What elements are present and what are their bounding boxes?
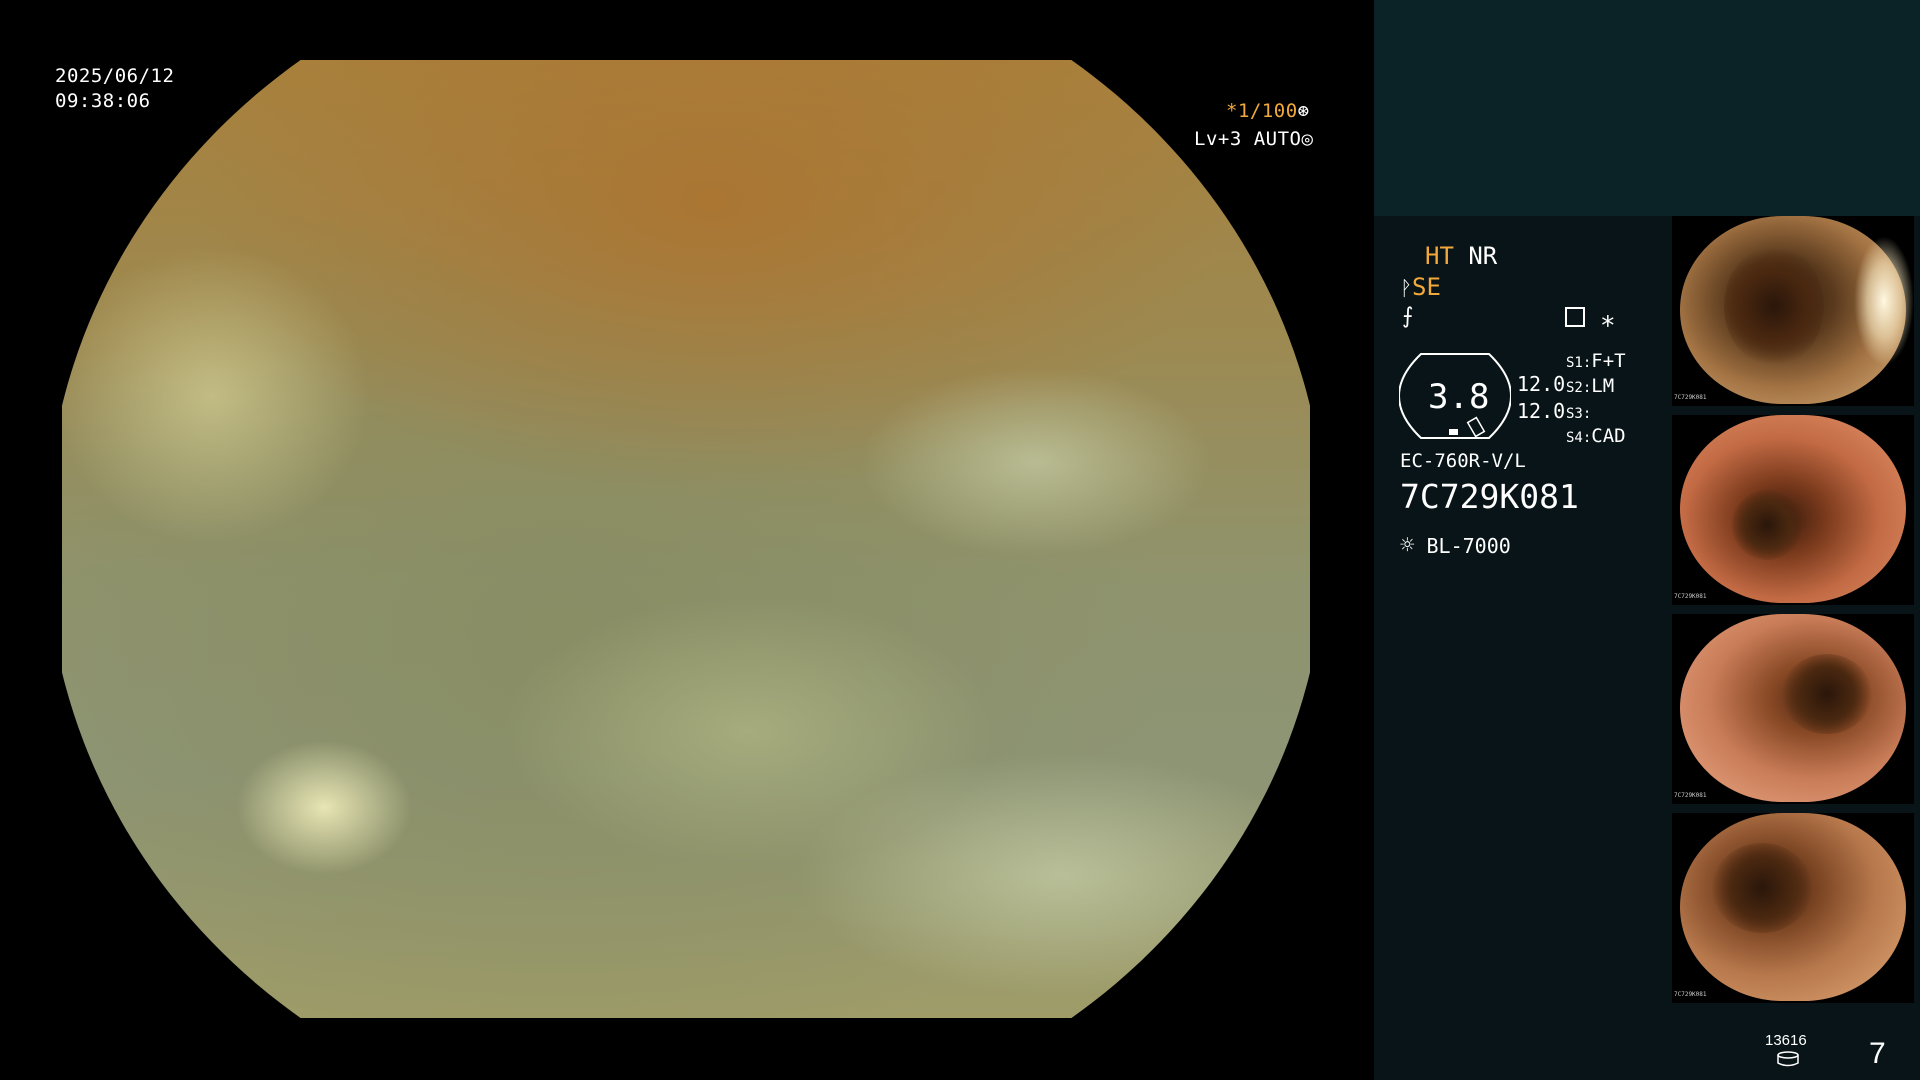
thumbnail-2[interactable]: 7C729K081 [1672,415,1914,605]
thumbnail-3[interactable]: 7C729K081 [1672,614,1914,804]
thumbnail-label: 7C729K081 [1674,792,1707,799]
thumbnail-1[interactable]: 7C729K081 [1672,216,1914,406]
side-panel-header [1374,0,1920,216]
thumbnail-label: 7C729K081 [1674,593,1707,600]
enhancement-row: HT NR [1425,242,1497,270]
time-label: 09:38:06 [55,90,151,112]
storage-count: 13616 [1765,1032,1807,1049]
color-enhance-icon: ⨍ [1402,304,1414,329]
switch-s1: S1:F+T [1566,350,1626,372]
light-source-icon: ☼ [1400,531,1415,559]
ht-indicator: HT [1425,242,1454,270]
se-row: ᚹSE [1400,273,1441,301]
exposure-label: Lv+3 AUTO◎ [1194,127,1313,152]
exposure-mode: AUTO [1253,128,1302,150]
se-indicator: SE [1412,273,1441,301]
endoscope-image [62,60,1310,1018]
light-source-row: ☼ BL-7000 [1400,531,1511,559]
switch-s3: S3: [1566,406,1592,422]
storage-icon [1777,1051,1799,1067]
scope-serial: 7C729K081 [1400,477,1579,516]
asterisk-icon: ∗ [1600,306,1616,336]
stat-value-1: 12.0 [1517,372,1566,396]
shutter-icon: ⊛ [1297,100,1310,122]
shutter-value: *1/100 [1226,100,1298,122]
light-source-label: BL-7000 [1426,534,1511,558]
nr-indicator: NR [1468,242,1498,270]
thumbnail-4[interactable]: 7C729K081 [1672,813,1914,1003]
thumbnail-label: 7C729K081 [1674,991,1707,998]
captured-images: 7C729K081 7C729K081 7C729K081 7C729K081 [1668,216,1920,1020]
exposure-level: Lv+3 [1194,128,1242,150]
image-count: 7 [1869,1037,1886,1070]
gauge-value: 3.8 [1428,377,1490,417]
thumbnail-label: 7C729K081 [1674,394,1707,401]
endoscope-view [62,60,1310,1018]
settings-list-icon [1565,307,1585,327]
switch-s2: S2:LM [1566,375,1615,397]
stat-value-2: 12.0 [1517,399,1566,423]
iris-icon: ◎ [1301,128,1314,150]
structure-icon: ᚹ [1400,276,1412,300]
shutter-label: *1/100⊛ [1226,99,1310,124]
switch-s4: S4:CAD [1566,425,1626,447]
scope-model: EC-760R-V/L [1400,450,1526,472]
date-label: 2025/06/12 [55,65,175,87]
